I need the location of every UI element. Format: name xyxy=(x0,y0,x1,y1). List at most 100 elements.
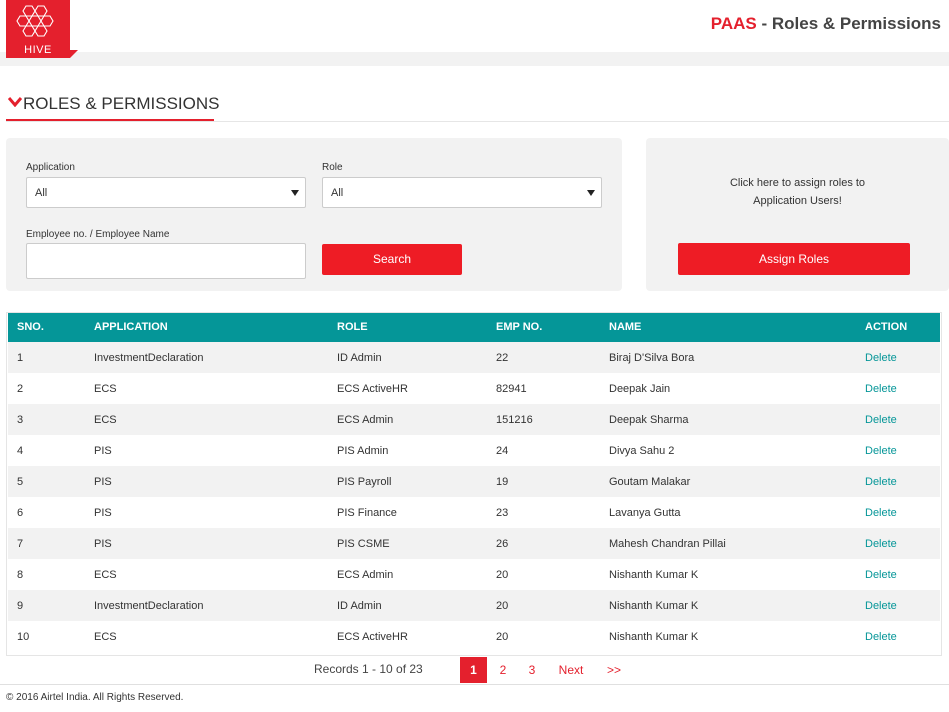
cell-emp-no: 82941 xyxy=(496,382,527,395)
table-row: 4 PIS PIS Admin 24 Divya Sahu 2 Delete xyxy=(8,435,940,466)
cell-name: Nishanth Kumar K xyxy=(609,630,699,643)
cell-name: Deepak Jain xyxy=(609,382,671,395)
table-row: 9 InvestmentDeclaration ID Admin 20 Nishanth… xyxy=(8,590,940,621)
section-divider xyxy=(6,121,949,122)
cell-sno: 2 xyxy=(17,382,24,395)
cell-emp-no: 26 xyxy=(496,537,509,550)
cell-sno: 5 xyxy=(17,475,24,488)
logo-text: HIVE xyxy=(24,44,52,56)
cell-name: Biraj D'Silva Bora xyxy=(609,351,695,364)
delete-link[interactable]: Delete xyxy=(865,342,897,373)
cell-application: ECS xyxy=(94,382,117,395)
assign-hint-line-2: Application Users! xyxy=(753,195,842,207)
delete-link[interactable]: Delete xyxy=(865,435,897,466)
cell-role: PIS Finance xyxy=(337,506,397,519)
records-count: Records 1 - 10 of 23 xyxy=(314,662,423,676)
page-3-button[interactable]: 3 xyxy=(523,657,541,683)
column-header-emp-no: EMP NO. xyxy=(496,321,543,333)
delete-link[interactable]: Delete xyxy=(865,466,897,497)
cell-emp-no: 20 xyxy=(496,568,509,581)
column-header-action: ACTION xyxy=(865,321,908,333)
chevron-down-icon xyxy=(8,97,22,107)
top-strip xyxy=(0,52,949,66)
footer-divider xyxy=(0,684,949,685)
app-title: PAAS - Roles & Permissions xyxy=(711,14,941,34)
column-header-name: NAME xyxy=(609,321,642,333)
cell-emp-no: 23 xyxy=(496,506,509,519)
logo-fold xyxy=(70,50,78,58)
filter-panel: Application All Role All Employee no. / … xyxy=(6,138,622,291)
cell-sno: 10 xyxy=(17,630,30,643)
cell-emp-no: 19 xyxy=(496,475,509,488)
search-button[interactable]: Search xyxy=(322,244,462,275)
caret-down-icon xyxy=(587,190,595,196)
cell-name: Nishanth Kumar K xyxy=(609,599,699,612)
delete-link[interactable]: Delete xyxy=(865,621,897,652)
application-select-value: All xyxy=(35,187,48,199)
roles-table: SNO. APPLICATION ROLE EMP NO. NAME ACTIO… xyxy=(8,312,940,652)
role-select[interactable]: All xyxy=(322,177,602,208)
hive-logo[interactable]: HIVE xyxy=(6,0,78,60)
footer-copyright: © 2016 Airtel India. All Rights Reserved… xyxy=(6,692,184,703)
cell-role: PIS Admin xyxy=(337,444,389,457)
cell-role: PIS Payroll xyxy=(337,475,392,488)
page-1-button[interactable]: 1 xyxy=(460,657,487,683)
cell-role: ECS ActiveHR xyxy=(337,382,408,395)
employee-search-input[interactable] xyxy=(26,243,306,279)
delete-link[interactable]: Delete xyxy=(865,590,897,621)
cell-role: ECS Admin xyxy=(337,413,394,426)
cell-name: Goutam Malakar xyxy=(609,475,691,488)
cell-sno: 8 xyxy=(17,568,24,581)
cell-role: PIS CSME xyxy=(337,537,390,550)
page-name: - Roles & Permissions xyxy=(756,14,941,33)
cell-application: PIS xyxy=(94,537,112,550)
cell-application: PIS xyxy=(94,475,112,488)
cell-emp-no: 24 xyxy=(496,444,509,457)
delete-link[interactable]: Delete xyxy=(865,528,897,559)
cell-sno: 6 xyxy=(17,506,24,519)
cell-application: PIS xyxy=(94,506,112,519)
table-row: 5 PIS PIS Payroll 19 Goutam Malakar Delete xyxy=(8,466,940,497)
cell-role: ID Admin xyxy=(337,351,382,364)
cell-application: PIS xyxy=(94,444,112,457)
next-page-button[interactable]: Next xyxy=(553,657,589,683)
page-2-button[interactable]: 2 xyxy=(494,657,512,683)
cell-emp-no: 151216 xyxy=(496,413,533,426)
delete-link[interactable]: Delete xyxy=(865,373,897,404)
table-row: 2 ECS ECS ActiveHR 82941 Deepak Jain Delete xyxy=(8,373,940,404)
cell-sno: 4 xyxy=(17,444,24,457)
cell-role: ID Admin xyxy=(337,599,382,612)
assign-roles-hint: Click here to assign roles to Applicatio… xyxy=(646,174,949,210)
brand-name: PAAS xyxy=(710,14,757,33)
cell-emp-no: 22 xyxy=(496,351,509,364)
delete-link[interactable]: Delete xyxy=(865,497,897,528)
table-row: 3 ECS ECS Admin 151216 Deepak Sharma Delete xyxy=(8,404,940,435)
delete-link[interactable]: Delete xyxy=(865,404,897,435)
cell-role: ECS Admin xyxy=(337,568,394,581)
cell-name: Deepak Sharma xyxy=(609,413,689,426)
cell-sno: 7 xyxy=(17,537,24,550)
column-header-application: APPLICATION xyxy=(94,321,168,333)
cell-sno: 1 xyxy=(17,351,24,364)
table-row: 1 InvestmentDeclaration ID Admin 22 Biraj D'… xyxy=(8,342,940,373)
table-row: 7 PIS PIS CSME 26 Mahesh Chandran Pillai Dele… xyxy=(8,528,940,559)
last-page-button[interactable]: >> xyxy=(601,657,627,683)
assign-hint-line-1: Click here to assign roles to xyxy=(729,177,866,189)
table-body: 1 InvestmentDeclaration ID Admin 22 Biraj D'… xyxy=(8,342,940,652)
cell-emp-no: 20 xyxy=(496,599,509,612)
role-label: Role xyxy=(322,162,343,173)
delete-link[interactable]: Delete xyxy=(865,559,897,590)
cell-application: ECS xyxy=(94,413,117,426)
employee-label: Employee no. / Employee Name xyxy=(26,229,170,240)
application-select[interactable]: All xyxy=(26,177,306,208)
hexagon-cluster-icon xyxy=(16,5,54,37)
column-header-role: ROLE xyxy=(337,321,368,333)
cell-name: Divya Sahu 2 xyxy=(609,444,675,457)
assign-roles-button[interactable]: Assign Roles xyxy=(678,243,910,275)
cell-name: Lavanya Gutta xyxy=(609,506,681,519)
cell-sno: 9 xyxy=(17,599,24,612)
section-title: ROLES & PERMISSIONS xyxy=(23,94,220,113)
cell-emp-no: 20 xyxy=(496,630,509,643)
cell-application: InvestmentDeclaration xyxy=(94,599,204,612)
cell-application: ECS xyxy=(94,630,117,643)
